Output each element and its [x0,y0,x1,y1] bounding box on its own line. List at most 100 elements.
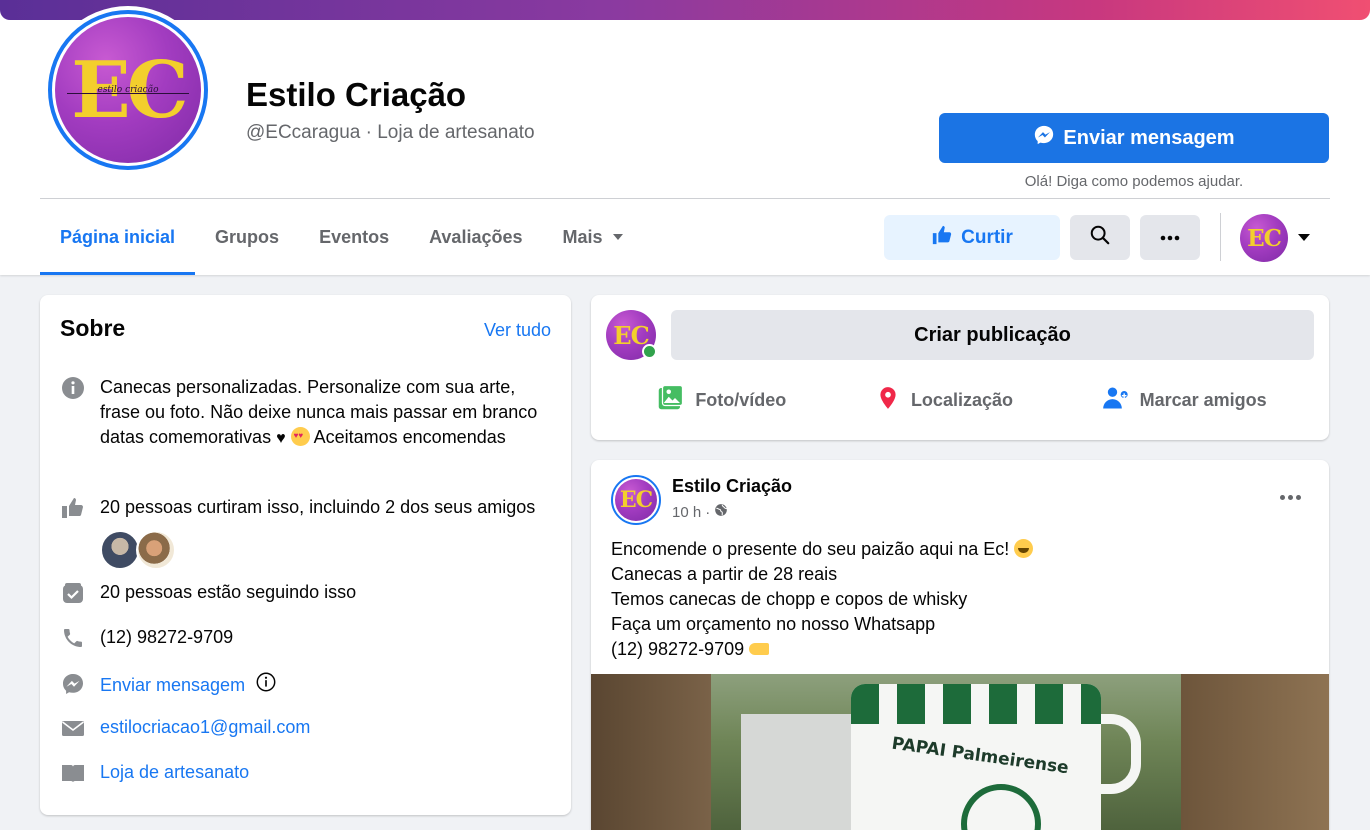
phone-icon [60,625,86,650]
tag-friends-label: Marcar amigos [1139,389,1267,410]
followers-text: 20 pessoas estão seguindo isso [100,582,357,602]
about-email: estilocriacao1@gmail.com [60,715,550,740]
action-separator [1220,213,1221,261]
more-horizontal-icon [1159,229,1181,247]
mug-handle [1101,714,1141,794]
pointing-hand-emoji-icon [749,643,770,655]
globe-icon [714,503,728,521]
post-avatar-text: EC [619,487,653,513]
tree-trunk [591,674,711,830]
thumbs-up-icon [931,224,953,252]
account-avatar[interactable]: EC [1240,214,1288,262]
tree-trunk [1181,674,1329,830]
messenger-icon [1033,124,1055,152]
mug-pattern [851,684,1101,724]
post-author-name[interactable]: Estilo Criação [672,476,792,497]
grinning-emoji-icon [1014,539,1034,558]
tab-groups[interactable]: Grupos [195,199,299,275]
mug: PAPAI Palmeirense [851,684,1101,830]
about-category: Loja de artesanato [60,760,550,785]
like-label: Curtir [961,226,1013,248]
tab-home[interactable]: Página inicial [40,199,196,275]
account-avatar-text: EC [1247,224,1282,252]
messenger-icon [60,671,86,696]
background-wall [741,714,851,830]
follow-check-icon [60,580,86,605]
post-line: Encomende o presente do seu paizão aqui … [611,539,1010,559]
info-icon [60,375,86,400]
friend-avatar[interactable] [136,530,176,570]
send-message-link[interactable]: Enviar mensagem [100,673,245,698]
email-link[interactable]: estilocriacao1@gmail.com [100,717,310,737]
message-hint: Olá! Diga como podemos ajudar. [1024,173,1244,190]
about-title: Sobre [60,315,126,341]
page-title: Estilo Criação [246,76,467,113]
photo-icon [655,383,685,418]
phone-text: (12) 98272-9709 [100,627,234,647]
tab-reviews[interactable]: Avaliações [409,199,542,275]
location-button[interactable]: Localização [875,385,1013,416]
cover-photo[interactable] [0,0,1370,20]
photo-video-label: Foto/vídeo [695,389,787,410]
post-line: Faça um orçamento no nosso Whatsapp [611,614,936,634]
about-description-text-2: Aceitamos encomendas [313,427,506,447]
about-card: Sobre Ver tudo Canecas personalizadas. P… [40,295,571,815]
tag-friends-icon [1102,384,1130,417]
tab-events-label: Eventos [319,226,390,247]
friend-avatar[interactable] [100,530,140,570]
post-composer: EC Criar publicação Foto/vídeo Localizaç… [591,295,1329,440]
search-icon [1089,224,1111,251]
mug-crest [961,784,1041,830]
location-pin-icon [875,385,901,416]
chevron-down-icon [612,234,623,240]
page-header: EC estilo criação Estilo Criação @ECcara… [0,0,1370,275]
tab-events[interactable]: Eventos [299,199,409,275]
post-options-icon[interactable] [1280,495,1301,500]
about-send-message: Enviar mensagem [60,671,550,700]
info-outline-icon[interactable] [255,671,277,700]
post-author-avatar[interactable]: EC [611,475,661,525]
feed-post: EC Estilo Criação 10 h · Encomende o pre… [591,460,1329,830]
account-switch-chevron-icon[interactable] [1298,234,1310,241]
page-profile-picture[interactable]: EC estilo criação [44,6,212,174]
logo-script: estilo criação [97,84,159,95]
tab-more-label: Mais [562,226,603,247]
create-post-button[interactable]: Criar publicação [671,310,1314,360]
see-all-link[interactable]: Ver tudo [484,320,551,341]
tab-more[interactable]: Mais [543,199,643,275]
tab-groups-label: Grupos [215,226,280,247]
post-line: (12) 98272-9709 [611,639,745,659]
heart-eyes-emoji-icon: ♥♥ [290,427,310,446]
more-options-button[interactable] [1140,215,1200,260]
tag-friends-button[interactable]: Marcar amigos [1102,384,1267,417]
page-tabs: Página inicial Grupos Eventos Avaliações… [40,199,643,275]
location-label: Localização [910,389,1013,410]
book-icon [60,760,86,785]
category-link[interactable]: Loja de artesanato [100,762,249,782]
post-line: Temos canecas de chopp e copos de whisky [611,589,968,609]
send-message-button[interactable]: Enviar mensagem [939,113,1329,163]
send-message-label: Enviar mensagem [1063,126,1235,149]
search-button[interactable] [1070,215,1130,260]
online-status-indicator [642,344,657,359]
likes-text: 20 pessoas curtiram isso, incluindo 2 do… [100,497,536,517]
mug-caption: PAPAI Palmeirense [890,733,1070,779]
post-image[interactable]: PAPAI Palmeirense [591,674,1329,830]
about-followers: 20 pessoas estão seguindo isso [60,580,550,605]
photo-video-button[interactable]: Foto/vídeo [655,383,786,418]
about-phone: (12) 98272-9709 [60,625,550,650]
composer-actions: Foto/vídeo Localização Marcar amigos [611,380,1311,420]
like-page-button[interactable]: Curtir [884,215,1060,260]
about-description: Canecas personalizadas. Personalize com … [60,375,550,451]
post-time[interactable]: 10 h [672,504,701,521]
page-subtitle: @ECcaragua · Loja de artesanato [246,122,535,143]
meta-separator: · [705,503,711,521]
black-heart-emoji-icon: ♥ [276,430,286,447]
envelope-icon [60,715,86,740]
tab-reviews-label: Avaliações [429,226,523,247]
post-body: Encomende o presente do seu paizão aqui … [611,537,1034,662]
friends-avatars [100,530,176,570]
thumbs-up-icon [60,495,86,520]
about-likes: 20 pessoas curtiram isso, incluindo 2 do… [60,495,550,520]
tab-home-label: Página inicial [60,226,176,247]
